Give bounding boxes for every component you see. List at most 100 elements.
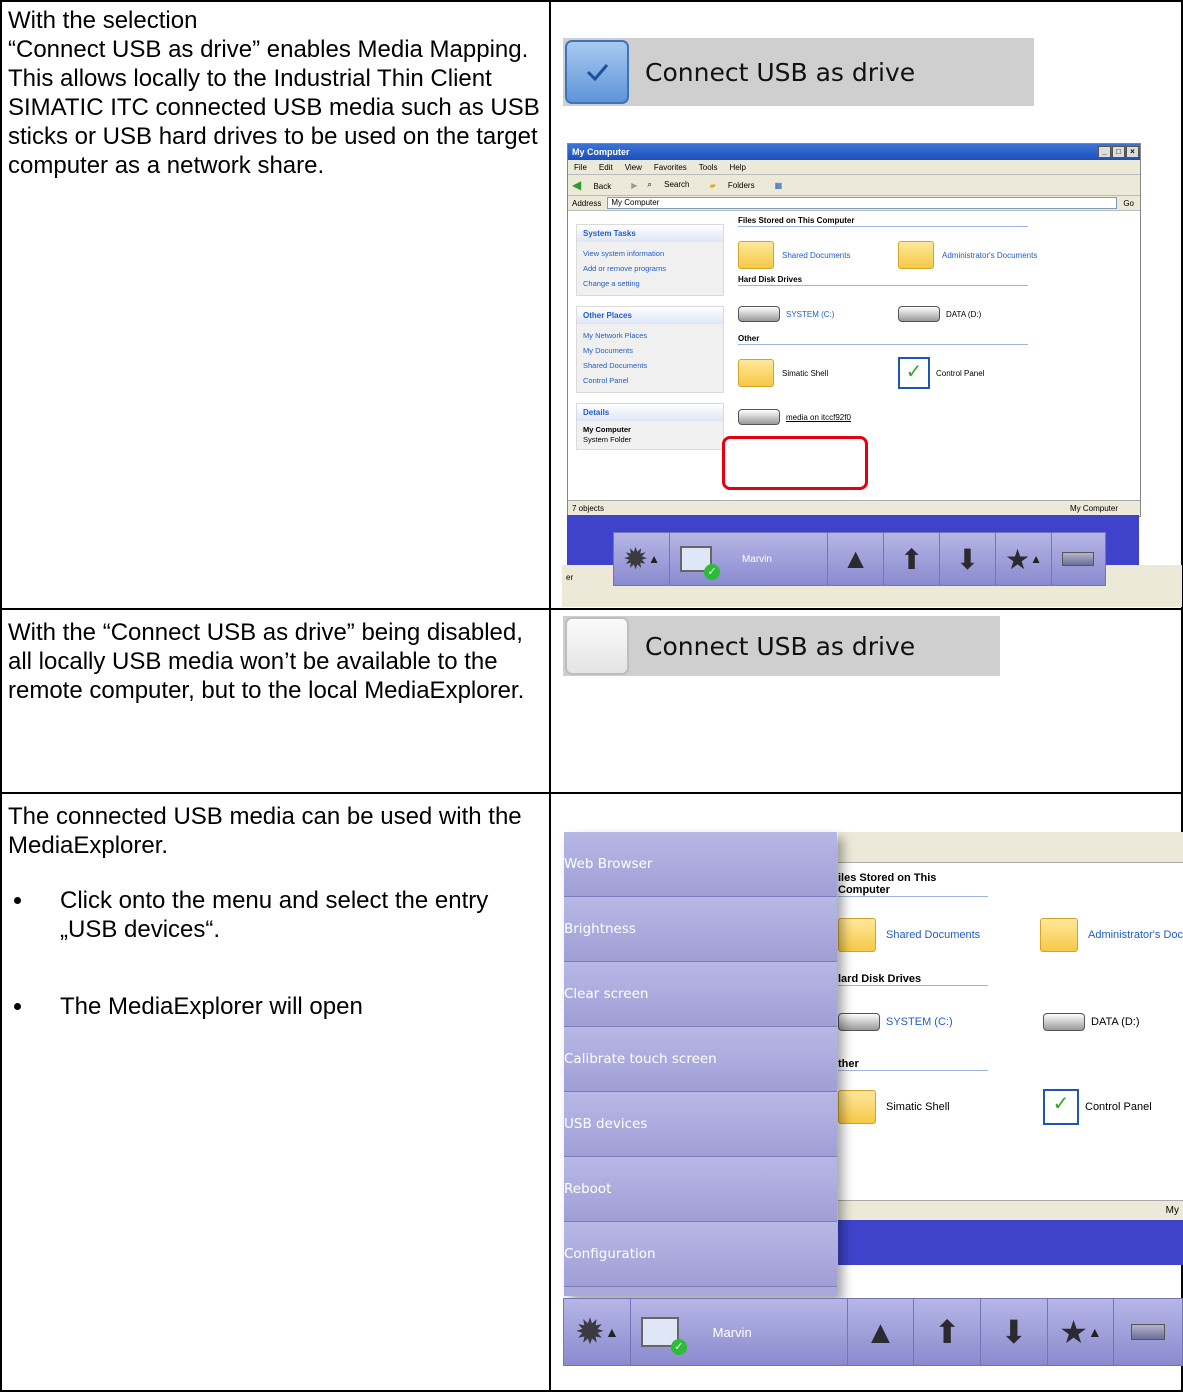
menu-help[interactable]: Help: [729, 163, 745, 172]
place-network[interactable]: My Network Places: [583, 328, 717, 343]
system-c-item[interactable]: SYSTEM (C:): [838, 1013, 1043, 1031]
menu-item-reboot[interactable]: Reboot: [564, 1157, 837, 1222]
item-label: SYSTEM (C:): [886, 1016, 953, 1028]
drive-icon: [1043, 1013, 1085, 1031]
simatic-shell-item[interactable]: Simatic Shell: [738, 359, 898, 387]
menu-file[interactable]: File: [574, 163, 587, 172]
maximize-button[interactable]: □: [1112, 146, 1125, 158]
minimize-button[interactable]: _: [1098, 146, 1111, 158]
row1-line-2: “Connect USB as drive” enables Media Map…: [8, 36, 540, 179]
menu-item-web-browser[interactable]: Web Browser: [564, 832, 837, 897]
keyboard-button[interactable]: [1114, 1299, 1182, 1365]
search-button[interactable]: ⌕ Search: [647, 180, 699, 190]
favorites-button[interactable]: ★ ▲: [996, 533, 1052, 585]
menu-favorites[interactable]: Favorites: [654, 163, 687, 172]
admin-documents-item[interactable]: Administrator's Documents: [898, 241, 1058, 269]
explorer-background: iles Stored on This Computer Shared Docu…: [838, 832, 1183, 1265]
menu-item-calibrate-touch-screen[interactable]: Calibrate touch screen: [564, 1027, 837, 1092]
row3-bullets: Click onto the menu and select the entry…: [8, 886, 540, 1021]
views-icon[interactable]: ▦: [775, 181, 783, 190]
back-label: Back: [593, 182, 612, 191]
place-control-panel[interactable]: Control Panel: [583, 373, 717, 388]
caret-up-icon: ▲: [1030, 552, 1042, 566]
star-icon: ★: [1059, 1314, 1088, 1350]
bullet-item: The MediaExplorer will open: [8, 992, 540, 1021]
item-label: DATA (D:): [1091, 1016, 1140, 1028]
address-label: Address: [572, 198, 602, 208]
go-button[interactable]: Go: [1123, 199, 1134, 208]
session-button[interactable]: ✓ Marvin: [631, 1299, 848, 1365]
menu-item-brightness[interactable]: Brightness: [564, 897, 837, 962]
details-title[interactable]: Details: [577, 404, 723, 421]
table-border-left: [0, 0, 2, 1392]
simatic-shell-item[interactable]: Simatic Shell: [838, 1090, 1043, 1124]
menu-item-clear-screen[interactable]: Clear screen: [564, 962, 837, 1027]
arrow-down-icon: ⬇: [1000, 1314, 1028, 1350]
arrow-up-icon: ⬆: [933, 1314, 961, 1350]
address-input[interactable]: My Computer: [607, 197, 1118, 209]
place-shared-documents[interactable]: Shared Documents: [583, 358, 717, 373]
page-up-button[interactable]: ⬆: [914, 1299, 981, 1365]
keyboard-icon: [1062, 552, 1095, 566]
folders-label: Folders: [727, 180, 755, 190]
checkbox-label: Connect USB as drive: [645, 57, 916, 87]
keyboard-button[interactable]: [1052, 533, 1105, 585]
place-my-documents[interactable]: My Documents: [583, 343, 717, 358]
folder-icon: ▰: [709, 180, 716, 190]
scroll-top-button[interactable]: ▲: [828, 533, 885, 585]
media-share-item[interactable]: media on itccf92f0: [738, 409, 898, 425]
control-panel-item[interactable]: ✓ Control Panel: [1043, 1089, 1152, 1125]
scroll-top-button[interactable]: ▲: [848, 1299, 915, 1365]
back-button[interactable]: ◀ Back: [572, 178, 621, 192]
control-panel-item[interactable]: ✓ Control Panel: [898, 357, 1058, 389]
task-add-remove-programs[interactable]: Add or remove programs: [583, 261, 717, 276]
system-tasks-title[interactable]: System Tasks: [577, 225, 723, 242]
page-down-button[interactable]: ⬇: [981, 1299, 1048, 1365]
table-row-divider-1: [0, 608, 1183, 610]
menu-tools[interactable]: Tools: [699, 163, 718, 172]
page-down-button[interactable]: ⬇: [940, 533, 997, 585]
checkbox-checked[interactable]: [565, 40, 629, 104]
row3-text: The connected USB media can be used with…: [8, 802, 540, 1021]
menu-bar: File Edit View Favorites Tools Help: [568, 160, 1140, 175]
settings-menu-button[interactable]: ✹ ▲: [614, 533, 670, 585]
item-label: Simatic Shell: [782, 368, 829, 378]
session-button[interactable]: ✓ Marvin: [670, 533, 829, 585]
task-view-system-info[interactable]: View system information: [583, 246, 717, 261]
status-location: My: [1165, 1205, 1179, 1216]
desktop-background: [838, 1220, 1183, 1265]
forward-icon[interactable]: ▶: [631, 181, 637, 190]
data-d-item[interactable]: DATA (D:): [1043, 1013, 1139, 1031]
row3-intro: The connected USB media can be used with…: [8, 803, 522, 859]
triangle-up-icon: ▲: [864, 1313, 897, 1350]
arrow-up-icon: ⬆: [899, 543, 924, 575]
shared-documents-item[interactable]: Shared Documents: [838, 918, 1040, 952]
group-hdd: lard Disk Drives: [838, 973, 988, 986]
connect-usb-checkbox-row-unchecked[interactable]: Connect USB as drive: [563, 616, 1000, 676]
menu-item-usb-devices[interactable]: USB devices: [564, 1092, 837, 1157]
details-name: My Computer: [583, 425, 631, 434]
data-d-item[interactable]: DATA (D:): [898, 306, 1058, 322]
folders-button[interactable]: ▰ Folders: [710, 181, 765, 190]
close-button[interactable]: ×: [1126, 146, 1139, 158]
menu-item-configuration[interactable]: Configuration: [564, 1222, 837, 1287]
folder-icon: [838, 918, 876, 952]
checkbox-unchecked[interactable]: [565, 617, 629, 675]
settings-menu-button[interactable]: ✹ ▲: [564, 1299, 631, 1365]
item-label: DATA (D:): [946, 309, 982, 319]
system-tasks-panel: System Tasks View system information Add…: [576, 224, 724, 296]
shared-documents-item[interactable]: Shared Documents: [738, 241, 898, 269]
search-label: Search: [664, 180, 690, 189]
connect-usb-checkbox-row-checked[interactable]: Connect USB as drive: [563, 38, 1034, 106]
admin-documents-item[interactable]: Administrator's Doc: [1039, 918, 1183, 952]
favorites-button[interactable]: ★ ▲: [1048, 1299, 1115, 1365]
system-c-item[interactable]: SYSTEM (C:): [738, 306, 898, 322]
checkmark-icon: [586, 64, 609, 82]
page-up-button[interactable]: ⬆: [884, 533, 941, 585]
task-change-setting[interactable]: Change a setting: [583, 276, 717, 291]
menu-edit[interactable]: Edit: [599, 163, 613, 172]
menu-view[interactable]: View: [625, 163, 642, 172]
monitor-icon: ✓: [640, 1317, 687, 1355]
other-places-title[interactable]: Other Places: [577, 307, 723, 324]
caret-up-icon: ▲: [648, 552, 660, 566]
